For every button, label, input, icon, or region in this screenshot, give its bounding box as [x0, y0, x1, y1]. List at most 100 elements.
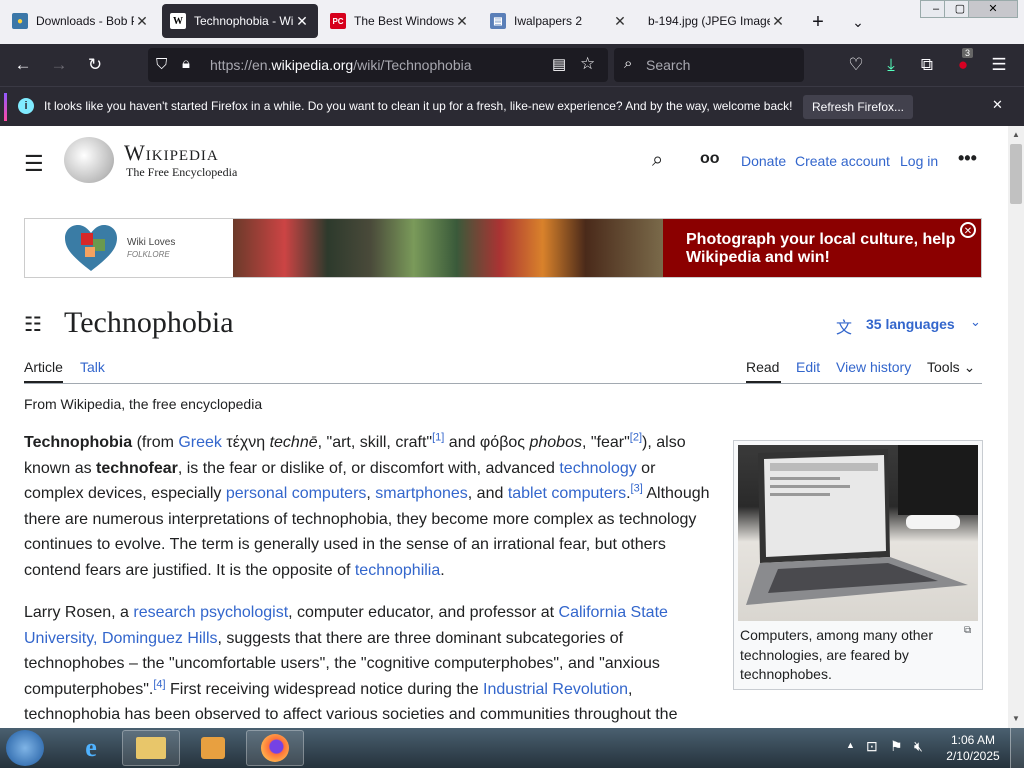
tools-chevron-down-icon: ⌄	[963, 359, 976, 375]
forward-arrow-icon[interactable]: →	[46, 52, 72, 78]
wikipedia-wordmark[interactable]: Wikipedia	[124, 140, 219, 166]
scroll-down-arrow-icon[interactable]: ▼	[1012, 714, 1020, 723]
more-options-icon[interactable]: •••	[958, 148, 977, 169]
banner-logo-line1: Wiki Loves	[127, 237, 176, 248]
url-text[interactable]: https://en.wikipedia.org/wiki/Technophob…	[210, 57, 472, 73]
tab-talk[interactable]: Talk	[80, 359, 105, 375]
tools-dropdown[interactable]: Tools ⌄	[927, 359, 975, 376]
list-tabs-chevron-down-icon[interactable]: ⌄	[846, 10, 870, 34]
link-research-psychologist[interactable]: research psychologist	[133, 604, 288, 621]
refresh-firefox-button[interactable]: Refresh Firefox...	[803, 95, 913, 119]
back-arrow-icon[interactable]: ←	[10, 52, 36, 78]
downloads-icon[interactable]: ⤓	[878, 52, 904, 78]
main-menu-hamburger-icon[interactable]: ☰	[24, 151, 44, 177]
tab-close-icon[interactable]: ✕	[612, 13, 628, 30]
wikipedia-globe-logo-icon[interactable]	[64, 137, 114, 183]
language-translate-icon[interactable]: 文	[836, 314, 852, 338]
tab-close-icon[interactable]: ✕	[454, 13, 470, 30]
search-bar[interactable]: ⌕ Search	[614, 48, 804, 82]
languages-chevron-down-icon[interactable]: ⌄	[970, 314, 981, 330]
new-tab-plus-icon[interactable]: +	[806, 10, 830, 34]
notification-bar: i It looks like you haven't started Fire…	[0, 86, 1024, 126]
infobox-figure: ⧉ Computers, among many other technologi…	[733, 440, 983, 690]
banner-text: Photograph your local culture, help Wiki…	[686, 231, 956, 266]
addon-icon[interactable]: ● 3	[950, 48, 976, 78]
ref-3[interactable]: [3]	[631, 483, 643, 495]
reader-view-icon[interactable]: ▤	[552, 55, 566, 73]
tab-downloads[interactable]: ● Downloads - Bob P ✕	[4, 4, 158, 38]
link-technophilia[interactable]: technophilia	[355, 562, 440, 579]
network-icon[interactable]: ⊡	[866, 738, 878, 755]
show-desktop-button[interactable]	[1010, 728, 1024, 768]
clock-date: 2/10/2025	[946, 749, 1000, 763]
appearance-glasses-icon[interactable]: oo	[700, 150, 720, 168]
close-window-button[interactable]: ✕	[968, 0, 1018, 18]
wikipedia-favicon-icon: W	[170, 13, 186, 29]
scrollbar-thumb[interactable]	[1010, 144, 1022, 204]
tab-close-icon[interactable]: ✕	[770, 13, 786, 30]
campaign-banner[interactable]: Wiki Loves FOLKLORE Photograph your loca…	[24, 218, 982, 278]
tab-close-icon[interactable]: ✕	[294, 13, 310, 30]
volume-muted-icon[interactable]: 🔇︎	[914, 738, 923, 755]
wiki-page: ☰ Wikipedia The Free Encyclopedia ⌕ oo D…	[0, 126, 1008, 728]
lock-icon[interactable]: 🔒︎	[182, 55, 190, 72]
ref-1[interactable]: [1]	[432, 432, 444, 444]
notification-message: It looks like you haven't started Firefo…	[44, 99, 793, 113]
action-center-flag-icon[interactable]: ⚑	[890, 738, 903, 755]
from-wikipedia-tagline: From Wikipedia, the free encyclopedia	[24, 396, 263, 412]
reload-icon[interactable]: ↻	[82, 52, 108, 78]
show-hidden-icons-arrow[interactable]: ▲	[846, 740, 855, 750]
donate-link[interactable]: Donate	[741, 153, 786, 169]
firefox-taskbar-icon[interactable]	[246, 730, 304, 766]
tab-close-icon[interactable]: ✕	[134, 13, 150, 30]
bookmark-star-icon[interactable]: ☆	[580, 54, 595, 74]
banner-close-icon[interactable]: ✕	[960, 222, 976, 238]
media-player-icon[interactable]	[184, 730, 242, 766]
url-bar[interactable]: ⛉ 🔒︎ https://en.wikipedia.org/wiki/Techn…	[148, 48, 608, 82]
pocket-icon[interactable]: ♡	[843, 52, 869, 78]
ref-4[interactable]: [4]	[153, 678, 165, 690]
link-smartphones[interactable]: smartphones	[375, 485, 468, 502]
create-account-link[interactable]: Create account	[795, 153, 890, 169]
tab-article[interactable]: Article	[24, 359, 63, 375]
tab-edit[interactable]: Edit	[796, 359, 820, 375]
python-favicon-icon: ●	[12, 13, 28, 29]
languages-button[interactable]: 35 languages	[866, 316, 955, 332]
extensions-puzzle-icon[interactable]: ⧉	[914, 52, 940, 78]
link-personal-computers[interactable]: personal computers	[226, 485, 367, 502]
table-of-contents-icon[interactable]: ☷	[24, 312, 42, 337]
page-scrollbar[interactable]: ▲ ▼	[1008, 126, 1024, 728]
tab-b194-image[interactable]: b-194.jpg (JPEG Image, ✕	[640, 4, 794, 38]
link-greek[interactable]: Greek	[178, 434, 222, 451]
tab-technophobia[interactable]: W Technophobia - Wi ✕	[162, 4, 318, 38]
hamburger-menu-icon[interactable]: ☰	[986, 52, 1012, 78]
tab-read[interactable]: Read	[746, 359, 779, 375]
enlarge-icon[interactable]: ⧉	[964, 625, 971, 636]
windows-taskbar: e ▲ ⊡ ⚑ 🔇︎ 1:06 AM 2/10/2025	[0, 728, 1024, 768]
login-link[interactable]: Log in	[900, 153, 938, 169]
shield-icon[interactable]: ⛉	[156, 56, 167, 73]
heart-puzzle-icon	[63, 223, 119, 273]
banner-logo-line2: FOLKLORE	[127, 250, 170, 259]
page-title: Technophobia	[64, 306, 234, 339]
start-button-windows-icon[interactable]	[6, 730, 44, 766]
navigation-toolbar: ← → ↻ ⛉ 🔒︎ https://en.wikipedia.org/wiki…	[0, 44, 1024, 86]
taskbar-clock[interactable]: 1:06 AM 2/10/2025	[940, 732, 1006, 764]
link-tablet-computers[interactable]: tablet computers	[508, 485, 626, 502]
file-explorer-icon[interactable]	[122, 730, 180, 766]
tab-view-history[interactable]: View history	[836, 359, 911, 375]
laptop-photo[interactable]	[738, 445, 978, 621]
document-favicon-icon: ▤	[490, 13, 506, 29]
infobox-caption: Computers, among many other technologies…	[740, 627, 933, 683]
internet-explorer-icon[interactable]: e	[62, 730, 120, 766]
ref-2[interactable]: [2]	[630, 432, 642, 444]
link-technology[interactable]: technology	[559, 460, 636, 477]
info-icon: i	[18, 98, 34, 114]
search-icon[interactable]: ⌕	[652, 149, 663, 172]
scroll-up-arrow-icon[interactable]: ▲	[1012, 130, 1020, 139]
tab-iwalpapers[interactable]: ▤ Iwalpapers 2 ✕	[482, 4, 636, 38]
extensions-badge: 3	[962, 48, 974, 58]
tab-best-windows[interactable]: PC The Best Windows ✕	[322, 4, 478, 38]
link-industrial-revolution[interactable]: Industrial Revolution	[483, 681, 628, 698]
close-notification-icon[interactable]: ✕	[992, 97, 1003, 113]
